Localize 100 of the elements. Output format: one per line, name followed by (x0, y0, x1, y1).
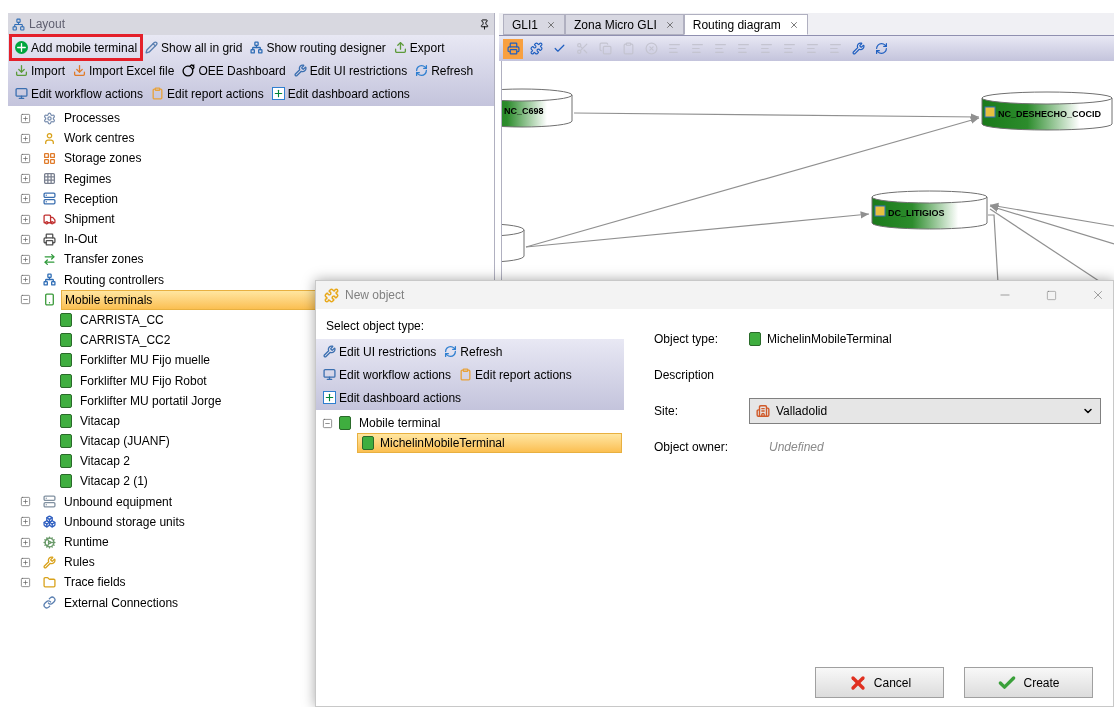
tree-item[interactable]: MichelinMobileTerminal (357, 433, 622, 453)
download-icon (15, 64, 28, 77)
tree-item[interactable]: Vitacap 2 (78, 452, 132, 471)
toolbar-button[interactable]: Refresh (412, 60, 477, 81)
expand-icon[interactable] (20, 274, 31, 286)
device-icon (339, 416, 351, 430)
close-icon[interactable] (664, 19, 675, 30)
tree-item[interactable]: Mobile terminal (357, 414, 443, 432)
toolbar-button[interactable]: Edit dashboard actions (320, 387, 465, 408)
field-value: MichelinMobileTerminal (767, 331, 892, 348)
expand-icon[interactable] (20, 536, 31, 548)
toolbar-button[interactable]: Edit UI restrictions (290, 60, 411, 81)
tree-item[interactable]: In-Out (61, 230, 101, 249)
tree-item[interactable]: Transfer zones (61, 250, 147, 269)
tree-item[interactable]: Vitacap (78, 411, 122, 430)
toolbar-button[interactable]: Import Excel file (70, 60, 178, 81)
expand-icon[interactable] (20, 253, 31, 265)
tree-item[interactable]: Routing controllers (61, 270, 168, 289)
expand-icon[interactable] (20, 556, 31, 568)
toolbar-button[interactable]: Edit workflow actions (320, 364, 455, 385)
tree-item[interactable]: CARRISTA_CC2 (78, 331, 173, 350)
toolbar-button[interactable]: Edit report actions (456, 364, 575, 385)
tree-item[interactable]: Unbound equipment (61, 492, 176, 511)
tab[interactable]: GLI1 (503, 14, 565, 35)
create-button[interactable]: Create (964, 667, 1093, 698)
expand-icon[interactable] (20, 132, 31, 144)
toolbar-button[interactable]: Show all in grid (142, 37, 246, 58)
toolbar-button[interactable]: Show routing designer (247, 37, 389, 58)
tree-item[interactable]: External Connections (61, 593, 182, 612)
expand-icon[interactable] (20, 516, 31, 528)
tree-item[interactable]: Vitacap 2 (1) (78, 472, 150, 491)
toolbar-button[interactable]: OEE Dashboard (179, 60, 289, 81)
device-icon (43, 293, 56, 307)
arrows-icon (43, 252, 56, 266)
tree-item[interactable]: CARRISTA_CC (78, 310, 166, 329)
dashboard-plus-icon (271, 87, 285, 100)
toolbar-button[interactable]: Export (390, 37, 448, 58)
tree-item[interactable]: Forklifter MU portatil Jorge (78, 391, 224, 410)
collapse-icon[interactable] (20, 294, 31, 306)
site-dropdown[interactable]: Valladolid (749, 398, 1101, 424)
expand-icon[interactable] (20, 233, 31, 245)
toolbar-button[interactable]: Edit dashboard actions (268, 83, 413, 104)
tree-item[interactable]: Unbound storage units (61, 512, 188, 531)
tools-icon (293, 64, 307, 77)
network-icon (250, 41, 264, 54)
toolbar-button[interactable]: Import (12, 60, 68, 81)
expand-icon[interactable] (20, 576, 31, 588)
tree-item[interactable]: Processes (61, 109, 124, 128)
device-icon (60, 373, 72, 388)
person-icon (43, 131, 56, 145)
cancel-button[interactable]: Cancel (815, 667, 944, 698)
tree-item[interactable]: Reception (61, 189, 122, 208)
tree-item[interactable]: Rules (61, 553, 98, 572)
owner-field[interactable]: Undefined (769, 438, 824, 456)
expand-icon[interactable] (20, 496, 31, 508)
device-icon (60, 413, 72, 428)
tree-item[interactable]: Regimes (61, 169, 115, 188)
add-icon (15, 41, 28, 54)
device-icon (60, 393, 72, 408)
field-label: Object owner: (654, 439, 730, 456)
tree-item[interactable]: Shipment (61, 210, 118, 229)
toolbar-button[interactable]: Refresh (441, 341, 506, 362)
tree-item[interactable]: Work centres (61, 129, 138, 148)
truck-icon (43, 212, 56, 226)
gear-icon (43, 111, 56, 125)
close-icon[interactable] (788, 19, 799, 30)
toolbar-button[interactable]: Edit report actions (148, 83, 267, 104)
expand-icon[interactable] (20, 193, 31, 205)
expand-icon[interactable] (20, 173, 31, 185)
tree-item[interactable]: Trace fields (61, 573, 129, 592)
expand-icon[interactable] (20, 152, 31, 164)
bomb-icon (182, 64, 196, 77)
cogs-icon (43, 535, 56, 549)
close-icon[interactable] (1091, 288, 1105, 302)
tab[interactable]: Routing diagram (683, 14, 808, 35)
toolbar-button[interactable]: Edit UI restrictions (320, 341, 440, 362)
close-icon[interactable] (546, 19, 556, 30)
table-icon (43, 172, 56, 186)
tree-item[interactable]: Vitacap (JUANF) (78, 432, 172, 451)
dialog-title: New object (345, 287, 405, 304)
server-icon (43, 192, 56, 206)
tree-item[interactable]: Forklifter MU Fijo Robot (78, 371, 209, 390)
storage-node[interactable] (502, 223, 525, 263)
stack-icon (43, 495, 56, 509)
tree-item[interactable]: Runtime (61, 533, 112, 552)
tree-item[interactable]: Forklifter MU Fijo muelle (78, 351, 213, 370)
device-icon (60, 353, 72, 368)
field-label: Site: (654, 403, 679, 420)
expand-icon[interactable] (20, 213, 31, 225)
maximize-icon[interactable] (1046, 289, 1057, 301)
tree-item[interactable]: Storage zones (61, 149, 145, 168)
expand-icon[interactable] (20, 112, 31, 124)
pin-icon[interactable] (479, 18, 490, 30)
storage-node[interactable]: NC_C698 (502, 88, 573, 128)
toolbar-button[interactable]: Edit workflow actions (12, 83, 147, 104)
field-label: Description (654, 367, 716, 384)
toolbar-button[interactable]: Add mobile terminal (12, 37, 141, 58)
network-icon (43, 273, 56, 287)
tab[interactable]: Zona Micro GLI (565, 14, 684, 35)
collapse-icon[interactable] (322, 417, 333, 429)
